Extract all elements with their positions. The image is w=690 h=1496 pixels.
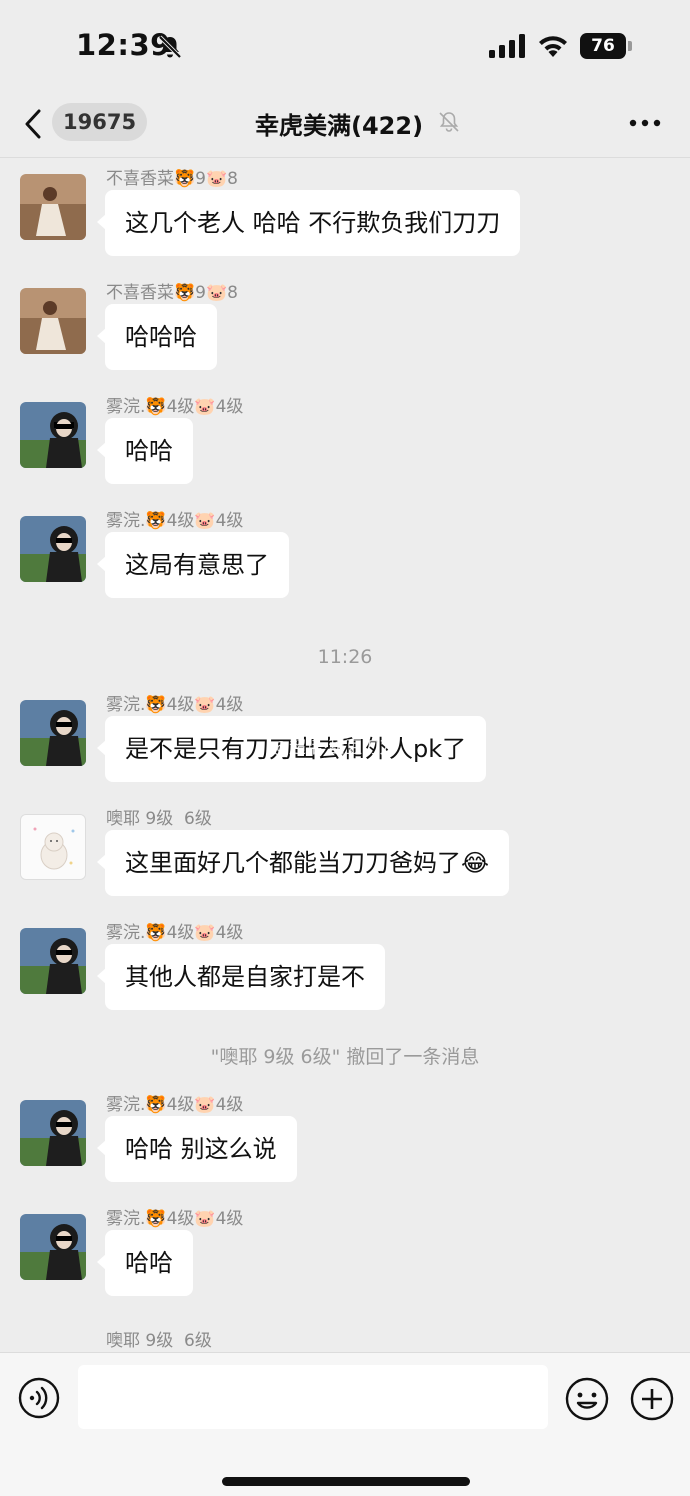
battery-indicator: 76 (580, 33, 626, 59)
tiger-icon: 🐯 (174, 283, 196, 303)
emoji-icon[interactable] (565, 1377, 609, 1421)
status-bar: 12:39 76 (0, 0, 690, 92)
bell-off-icon (158, 35, 182, 59)
avatar[interactable] (20, 814, 86, 880)
sender-line: 不喜香菜🐯9🐷8 (106, 283, 238, 303)
back-arrow-icon[interactable] (22, 108, 46, 140)
avatar[interactable] (20, 288, 86, 354)
mute-bell-icon (439, 112, 459, 132)
plus-icon[interactable] (630, 1377, 674, 1421)
voice-input-icon[interactable] (18, 1377, 60, 1419)
message-bubble[interactable]: 是不是只有刀刀出去和外人pk了 (96, 716, 487, 782)
message-bubble[interactable]: 其他人都是自家打是不 (97, 944, 385, 1010)
message-composer (0, 1352, 690, 1496)
avatar[interactable] (20, 928, 86, 994)
chat-header: 19675 幸虎美满(422) (0, 92, 690, 158)
signal-icon (489, 34, 525, 58)
tiger-icon: 🐯 (145, 1209, 167, 1229)
avatar[interactable] (20, 1100, 86, 1166)
pig-icon: 🐷 (194, 695, 216, 715)
avatar[interactable] (20, 516, 86, 582)
message-bubble[interactable]: 这局有意思了 (97, 532, 289, 598)
avatar[interactable] (20, 700, 86, 766)
sender-line: 不喜香菜🐯9🐷8 (106, 169, 238, 189)
sender-line: 雾浣.🐯4级🐷4级 (106, 397, 244, 417)
tiger-icon: 🐯 (145, 695, 167, 715)
sender-line: 雾浣.🐯4级🐷4级 (106, 1095, 244, 1115)
wifi-icon (539, 36, 567, 57)
pig-icon: 🐷 (206, 169, 228, 189)
message-bubble[interactable]: 哈哈 别这么说 (97, 1116, 297, 1182)
tiger-icon: 🐯 (145, 923, 167, 943)
sender-line: 雾浣.🐯4级🐷4级 (106, 511, 244, 531)
message-input[interactable] (78, 1365, 548, 1429)
pig-icon: 🐷 (206, 283, 228, 303)
home-indicator (222, 1477, 470, 1486)
message-bubble[interactable]: 哈哈哈 (97, 304, 217, 370)
sender-line: 雾浣.🐯4级🐷4级 (106, 695, 244, 715)
avatar[interactable] (20, 402, 86, 468)
chat-title: 幸虎美满(422) (255, 112, 424, 140)
more-options-icon[interactable] (628, 118, 662, 128)
message-bubble[interactable]: 哈哈 (97, 1230, 193, 1296)
battery-tip (628, 41, 632, 51)
pig-icon: 🐷 (194, 1095, 216, 1115)
sender-line: 噢耶 9级 6级 (106, 1331, 212, 1351)
tiger-icon: 🐯 (145, 511, 167, 531)
unread-count-badge[interactable]: 19675 (52, 103, 148, 141)
message-bubble[interactable]: 哈哈 (97, 418, 193, 484)
avatar[interactable] (20, 1214, 86, 1280)
tiger-icon: 🐯 (174, 169, 196, 189)
sender-line: 雾浣.🐯4级🐷4级 (106, 1209, 244, 1229)
message-bubble[interactable]: 这几个老人 哈哈 不行欺负我们刀刀 (96, 190, 521, 256)
message-bubble[interactable]: 这里面好几个都能当刀刀爸妈了😂 (96, 830, 510, 896)
tiger-icon: 🐯 (145, 397, 167, 417)
message-item: 噢耶 9级 6级 (0, 1328, 690, 1352)
avatar[interactable] (20, 174, 86, 240)
tiger-icon: 🐯 (145, 1095, 167, 1115)
recall-notice: "噢耶 9级 6级" 撤回了一条消息 (210, 1046, 480, 1068)
sender-line: 雾浣.🐯4级🐷4级 (106, 923, 244, 943)
pig-icon: 🐷 (194, 1209, 216, 1229)
sender-line: 噢耶 9级 6级 (106, 809, 212, 829)
pig-icon: 🐷 (194, 923, 216, 943)
pig-icon: 🐷 (194, 397, 216, 417)
pig-icon: 🐷 (194, 511, 216, 531)
time-divider: 11:26 (317, 646, 373, 668)
